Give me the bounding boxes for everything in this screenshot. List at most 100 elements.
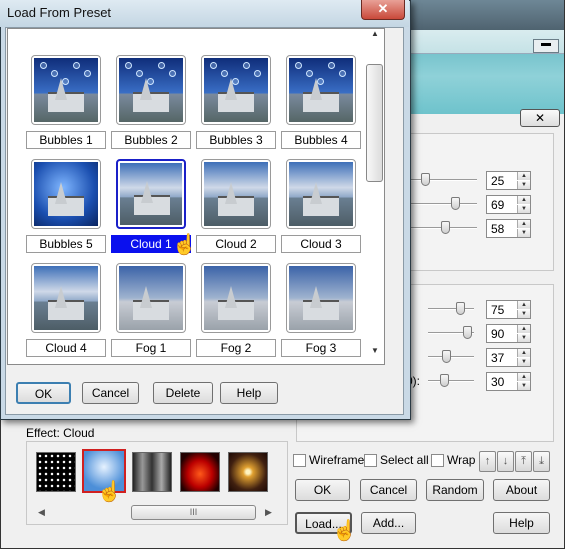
value-spinbox[interactable]: 37 ▲ ▼: [486, 348, 531, 367]
church-preview-image: [289, 266, 353, 330]
preset-label[interactable]: Fog 1: [111, 339, 191, 357]
scroll-down-icon[interactable]: ▼: [366, 346, 384, 360]
wireframe-label: Wireframe: [309, 453, 365, 467]
value-spinbox[interactable]: 30 ▲ ▼: [486, 372, 531, 391]
smoke-effect-icon[interactable]: [132, 452, 172, 492]
bubble: [169, 70, 176, 77]
preset-label[interactable]: Fog 3: [281, 339, 361, 357]
preset-thumbnail[interactable]: [31, 159, 101, 229]
wrap-checkbox[interactable]: [431, 454, 444, 467]
preset-thumbnail[interactable]: [31, 263, 101, 333]
editor-close-button[interactable]: ✕: [520, 109, 560, 127]
spin-down-icon[interactable]: ▼: [517, 358, 530, 366]
value-spinbox[interactable]: 75 ▲ ▼: [486, 300, 531, 319]
spin-down-icon[interactable]: ▼: [517, 334, 530, 342]
church-preview-image: [289, 58, 353, 122]
spin-up-icon[interactable]: ▲: [517, 220, 530, 228]
church-spire: [225, 286, 237, 308]
spin-up-icon[interactable]: ▲: [517, 196, 530, 204]
slider-thumb[interactable]: [439, 374, 449, 387]
dialog-ok-button[interactable]: OK: [16, 382, 71, 404]
preset-label[interactable]: Cloud 4: [26, 339, 106, 357]
spin-down-icon[interactable]: ▼: [517, 229, 530, 237]
preset-label[interactable]: Fog 2: [196, 339, 276, 357]
fire-effect-icon[interactable]: [180, 452, 220, 492]
preset-label[interactable]: Cloud 3: [281, 235, 361, 253]
preset-thumbnail[interactable]: [31, 55, 101, 125]
spin-up-icon[interactable]: ▲: [517, 349, 530, 357]
hand-cursor-icon: ☝: [97, 481, 122, 503]
spin-down-icon[interactable]: ▼: [517, 205, 530, 213]
preset-thumbnail[interactable]: [201, 159, 271, 229]
preset-label[interactable]: Bubbles 3: [196, 131, 276, 149]
preset-thumbnail[interactable]: [286, 55, 356, 125]
slider-thumb[interactable]: [462, 326, 472, 339]
scroll-up-icon[interactable]: ▲: [366, 29, 384, 43]
scroll-left-icon[interactable]: ◀: [34, 505, 49, 520]
value-spinbox[interactable]: 25 ▲ ▼: [486, 171, 531, 190]
slider-thumb[interactable]: [440, 221, 450, 234]
preset-thumbnail[interactable]: [201, 263, 271, 333]
slider-thumb[interactable]: [450, 197, 460, 210]
add-button[interactable]: Add...: [361, 512, 416, 534]
spin-up-icon[interactable]: ▲: [517, 301, 530, 309]
preset-label[interactable]: Bubbles 2: [111, 131, 191, 149]
wrap-label: Wrap: [447, 453, 476, 467]
scroll-right-icon[interactable]: ▶: [261, 505, 276, 520]
random-button[interactable]: Random: [426, 479, 484, 501]
dialog-help-button[interactable]: Help: [220, 382, 278, 404]
preset-thumbnail[interactable]: [286, 159, 356, 229]
bubble: [62, 78, 69, 85]
spin-down-icon[interactable]: ▼: [517, 181, 530, 189]
preset-label[interactable]: Bubbles 5: [26, 235, 106, 253]
preset-thumbnail[interactable]: [116, 263, 186, 333]
slider-thumb[interactable]: [441, 350, 451, 363]
preset-scroll-thumb[interactable]: [366, 64, 383, 182]
church-preview-image: [119, 58, 183, 122]
dialog-cancel-button[interactable]: Cancel: [82, 382, 139, 404]
editor-help-button[interactable]: Help: [493, 512, 550, 534]
bubble: [295, 62, 302, 69]
wireframe-checkbox[interactable]: [293, 454, 306, 467]
preset-thumbnail[interactable]: [201, 55, 271, 125]
noise-effect-icon[interactable]: [36, 452, 76, 492]
spin-down-icon[interactable]: ▼: [517, 310, 530, 318]
slider-track[interactable]: [428, 356, 474, 358]
value-spinbox[interactable]: 69 ▲ ▼: [486, 195, 531, 214]
slider-track[interactable]: [428, 308, 474, 310]
church-preview-image: [204, 162, 268, 226]
spin-down-icon[interactable]: ▼: [517, 382, 530, 390]
dialog-delete-button[interactable]: Delete: [153, 382, 213, 404]
top-slider-panel: [404, 133, 554, 271]
select-all-checkbox[interactable]: [364, 454, 377, 467]
move-top-button[interactable]: ⤒: [515, 451, 532, 472]
preset-label[interactable]: Cloud 2: [196, 235, 276, 253]
value-spinbox[interactable]: 58 ▲ ▼: [486, 219, 531, 238]
preset-thumbnail[interactable]: [116, 159, 186, 229]
spin-up-icon[interactable]: ▲: [517, 172, 530, 180]
spin-up-icon[interactable]: ▲: [517, 373, 530, 381]
bubble: [136, 70, 143, 77]
church-spire: [310, 182, 322, 204]
slider-track[interactable]: [411, 203, 477, 205]
move-up-button[interactable]: ↑: [479, 451, 496, 472]
close-icon[interactable]: ✕: [361, 0, 405, 20]
spin-up-icon[interactable]: ▲: [517, 325, 530, 333]
editor-cancel-button[interactable]: Cancel: [360, 479, 417, 501]
effect-scroll-thumb[interactable]: III: [131, 505, 256, 520]
preset-thumbnail[interactable]: [116, 55, 186, 125]
move-bottom-button[interactable]: ⤓: [533, 451, 550, 472]
about-button[interactable]: About: [493, 479, 550, 501]
value-spinbox[interactable]: 90 ▲ ▼: [486, 324, 531, 343]
church-spire: [225, 182, 237, 204]
slider-thumb[interactable]: [455, 302, 465, 315]
star-effect-icon[interactable]: [228, 452, 268, 492]
preset-label[interactable]: Bubbles 1: [26, 131, 106, 149]
minimize-icon[interactable]: ▬: [533, 39, 559, 53]
preset-thumbnail[interactable]: [286, 263, 356, 333]
slider-track[interactable]: [428, 380, 474, 382]
editor-ok-button[interactable]: OK: [295, 479, 350, 501]
preset-label[interactable]: Bubbles 4: [281, 131, 361, 149]
slider-thumb[interactable]: [420, 173, 430, 186]
move-down-button[interactable]: ↓: [497, 451, 514, 472]
